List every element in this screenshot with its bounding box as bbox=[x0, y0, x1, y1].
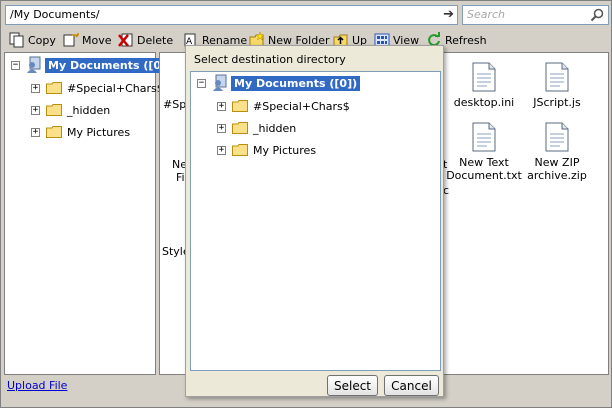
document-icon bbox=[545, 62, 569, 92]
folder-icon bbox=[46, 126, 62, 138]
tree-item-label: My Pictures bbox=[67, 125, 131, 139]
dialog-tree-item-special[interactable]: + #Special+Chars$ bbox=[217, 97, 350, 115]
file-item[interactable]: JScript.js bbox=[517, 62, 597, 109]
folder-icon bbox=[232, 122, 248, 134]
dialog-tree-item-root[interactable]: − My Documents ([0]) bbox=[197, 74, 361, 92]
select-button[interactable]: Select bbox=[327, 375, 378, 396]
cancel-button[interactable]: Cancel bbox=[384, 375, 439, 396]
search-input[interactable]: Search bbox=[462, 5, 609, 25]
dialog-tree-root-label: My Documents ([0]) bbox=[231, 75, 361, 91]
file-name: desktop.ini bbox=[453, 96, 515, 109]
document-icon bbox=[472, 62, 496, 92]
collapse-icon[interactable]: − bbox=[11, 60, 20, 70]
file-item[interactable]: New Text Document.txt bbox=[444, 122, 524, 182]
tree-item-label: #Special+Chars$ bbox=[67, 81, 164, 95]
dialog-tree-item-label: My Pictures bbox=[253, 143, 317, 157]
expand-icon[interactable]: + bbox=[31, 83, 40, 93]
file-name: JScript.js bbox=[533, 96, 581, 109]
document-icon bbox=[545, 122, 569, 152]
path-text: /My Documents/ bbox=[10, 8, 100, 21]
file-label-partial[interactable]: Fi bbox=[176, 171, 185, 184]
dialog-tree-item-hidden[interactable]: + _hidden bbox=[217, 119, 296, 137]
file-item[interactable]: New ZIP archive.zip bbox=[517, 122, 597, 182]
go-arrow-icon[interactable]: ➔ bbox=[443, 8, 454, 22]
select-destination-dialog: Select destination directory − My Docume… bbox=[185, 45, 444, 397]
tree-item-root[interactable]: − My Documents ([0]) bbox=[11, 56, 175, 74]
delete-icon bbox=[118, 33, 133, 47]
tree-item-hidden[interactable]: + _hidden bbox=[31, 101, 110, 119]
delete-label: Delete bbox=[137, 33, 174, 47]
move-icon bbox=[63, 33, 79, 47]
user-documents-icon bbox=[27, 56, 41, 73]
folder-icon bbox=[46, 104, 62, 116]
upload-file-link[interactable]: Upload File bbox=[7, 379, 67, 392]
path-field[interactable]: /My Documents/ ➔ bbox=[5, 5, 458, 25]
expand-icon[interactable]: + bbox=[217, 123, 226, 133]
expand-icon[interactable]: + bbox=[31, 127, 40, 137]
user-documents-icon bbox=[213, 74, 227, 91]
tree-item-special[interactable]: + #Special+Chars$ bbox=[31, 79, 164, 97]
expand-icon[interactable]: + bbox=[31, 105, 40, 115]
document-icon bbox=[472, 122, 496, 152]
copy-button[interactable]: Copy bbox=[9, 30, 56, 50]
file-item[interactable]: desktop.ini bbox=[444, 62, 524, 109]
move-button[interactable]: Move bbox=[63, 30, 112, 50]
magnifier-icon[interactable] bbox=[590, 8, 604, 22]
dialog-folder-tree: − My Documents ([0]) + #Special+Chars$ +… bbox=[190, 71, 441, 371]
dialog-tree-item-my-pictures[interactable]: + My Pictures bbox=[217, 141, 316, 159]
folder-icon bbox=[232, 100, 248, 112]
folder-tree: − My Documents ([0]) + #Special+Chars$ +… bbox=[4, 52, 175, 375]
folder-icon bbox=[232, 144, 248, 156]
collapse-icon[interactable]: − bbox=[197, 78, 206, 88]
copy-label: Copy bbox=[28, 33, 56, 47]
expand-icon[interactable]: + bbox=[217, 145, 226, 155]
refresh-label: Refresh bbox=[445, 33, 487, 47]
expand-icon[interactable]: + bbox=[217, 101, 226, 111]
tree-item-label: _hidden bbox=[67, 103, 111, 117]
dialog-tree-item-label: #Special+Chars$ bbox=[253, 99, 350, 113]
dialog-tree-item-label: _hidden bbox=[253, 121, 297, 135]
file-name: New Text Document.txt bbox=[446, 156, 522, 182]
delete-button[interactable]: Delete bbox=[118, 30, 173, 50]
copy-icon bbox=[9, 32, 24, 48]
folder-icon bbox=[46, 82, 62, 94]
tree-item-my-pictures[interactable]: + My Pictures bbox=[31, 123, 130, 141]
file-name: New ZIP archive.zip bbox=[527, 156, 587, 182]
tree-root-label: My Documents ([0]) bbox=[45, 57, 175, 73]
search-placeholder: Search bbox=[467, 8, 506, 21]
dialog-title: Select destination directory bbox=[194, 53, 346, 66]
move-label: Move bbox=[82, 33, 112, 47]
file-manager-window: /My Documents/ ➔ Search Copy Move Delete… bbox=[0, 0, 612, 408]
